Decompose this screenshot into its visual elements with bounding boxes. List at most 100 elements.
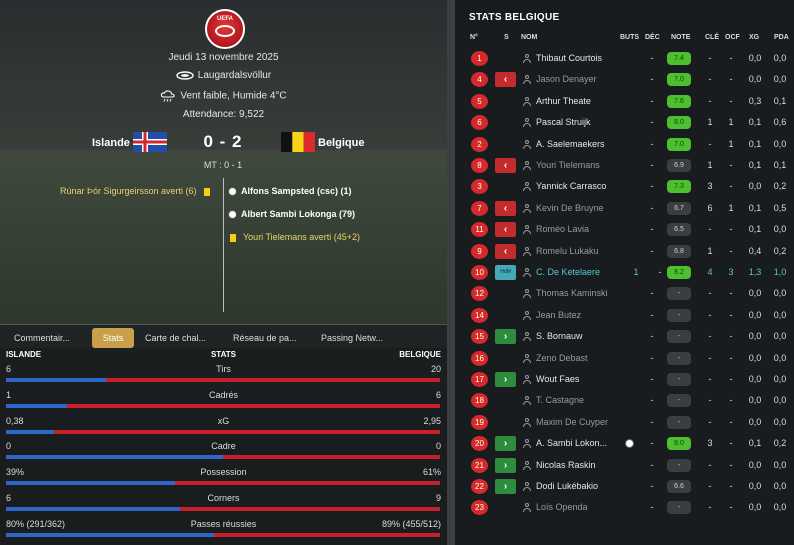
player-profile-icon[interactable] (523, 118, 531, 128)
player-profile-icon[interactable] (523, 268, 531, 277)
col-header-pda[interactable]: PDA (774, 34, 789, 41)
player-profile-icon[interactable] (523, 225, 531, 235)
xg-value: 0,1 (748, 117, 762, 128)
player-profile-icon[interactable] (523, 161, 531, 170)
home-team-name[interactable]: Islande (92, 137, 130, 149)
player-row[interactable]: 8 ‹ Youri Tielemans - 6.9 1 - 0,1 0,1 (455, 155, 794, 176)
player-profile-icon[interactable] (523, 310, 531, 320)
tab-heatmap[interactable]: Carte de chal... (145, 328, 219, 348)
player-name[interactable]: A. Sambi Lokon... (536, 438, 607, 448)
tab-passing-network[interactable]: Passing Netw... (321, 328, 393, 348)
player-row[interactable]: 23 Loïs Openda - - - - 0,0 0,0 (455, 497, 794, 518)
player-row[interactable]: 21 › Nicolas Raskin - - - - 0,0 0,0 (455, 455, 794, 476)
player-name[interactable]: A. Saelemaekers (536, 139, 605, 149)
xg-value: 0,0 (748, 416, 762, 427)
player-profile-icon[interactable] (523, 203, 531, 213)
rating-badge: 8.0 (667, 116, 691, 130)
player-profile-icon[interactable] (523, 396, 531, 406)
player-profile-icon[interactable] (523, 246, 531, 256)
player-name[interactable]: T. Castagne (536, 395, 584, 405)
player-row[interactable]: 7 ‹ Kevin De Bruyne - 6.7 6 1 0,1 0,5 (455, 198, 794, 219)
tab-stats[interactable]: Stats (92, 328, 134, 348)
player-name[interactable]: Thibaut Courtois (536, 53, 602, 63)
player-name[interactable]: S. Bornauw (536, 331, 583, 341)
player-row[interactable]: 2 A. Saelemaekers - 7.0 - 1 0,1 0,0 (455, 134, 794, 155)
chances-value: - (729, 459, 733, 470)
rating-badge: - (667, 287, 691, 301)
player-name[interactable]: Jean Butez (536, 310, 581, 320)
chances-value: - (729, 438, 733, 449)
player-name[interactable]: Arthur Theate (536, 96, 591, 106)
player-name[interactable]: Pascal Struijk (536, 117, 591, 127)
player-row[interactable]: 22 › Dodi Lukébakio - 6.6 - - 0,0 0,0 (455, 476, 794, 497)
stat-comparison-bar (6, 481, 440, 486)
player-profile-icon[interactable] (523, 417, 531, 427)
player-row[interactable]: 18 T. Castagne - - - - 0,0 0,0 (455, 390, 794, 411)
shirt-number: 11 (471, 222, 488, 238)
chances-value: 1 (728, 117, 734, 128)
man-of-the-match-badge: HdM (495, 265, 516, 280)
col-header-goals[interactable]: BUTS (620, 34, 639, 41)
key-passes-value: - (708, 309, 712, 320)
player-name[interactable]: Youri Tielemans (536, 160, 600, 170)
player-profile-icon[interactable] (523, 332, 531, 342)
player-row[interactable]: 16 Zeno Debast - - - - 0,0 0,0 (455, 348, 794, 369)
player-profile-icon[interactable] (523, 353, 531, 363)
player-row[interactable]: 1 Thibaut Courtois - 7.4 - - 0,0 0,0 (455, 48, 794, 69)
player-profile-icon[interactable] (523, 182, 531, 192)
player-row[interactable]: 9 ‹ Romelu Lukaku - 6.8 1 - 0,4 0,2 (455, 241, 794, 262)
col-header-sub[interactable]: S (504, 34, 509, 41)
player-name[interactable]: Kevin De Bruyne (536, 203, 604, 213)
player-row[interactable]: 11 ‹ Roméo Lavia - 6.5 - - 0,1 0,0 (455, 219, 794, 240)
chances-value: - (729, 309, 733, 320)
player-profile-icon[interactable] (523, 75, 531, 85)
player-name[interactable]: Yannick Carrasco (536, 181, 606, 191)
player-name[interactable]: C. De Ketelaere (536, 267, 600, 277)
chances-value: - (729, 224, 733, 235)
player-profile-icon[interactable] (523, 503, 531, 513)
stat-label: Tirs (216, 364, 231, 374)
player-row[interactable]: 5 Arthur Theate - 7.6 - - 0,3 0,1 (455, 91, 794, 112)
player-name[interactable]: Zeno Debast (536, 353, 588, 363)
player-row[interactable]: 10 HdM C. De Ketelaere 1 -8.2 4 3 1,3 1,0 (455, 262, 794, 283)
col-header-decisive[interactable]: DÉC (645, 34, 660, 41)
player-name[interactable]: Loïs Openda (536, 502, 588, 512)
player-name[interactable]: Wout Faes (536, 374, 579, 384)
player-profile-icon[interactable] (523, 460, 531, 470)
player-row[interactable]: 20 › A. Sambi Lokon... - 8.0 3 - 0,1 0,2 (455, 433, 794, 454)
player-name[interactable]: Nicolas Raskin (536, 460, 596, 470)
player-name[interactable]: Dodi Lukébakio (536, 481, 598, 491)
player-row[interactable]: 15 › S. Bornauw - - - - 0,0 0,0 (455, 326, 794, 347)
player-row[interactable]: 6 Pascal Struijk - 8.0 1 1 0,1 0,6 (455, 112, 794, 133)
player-name[interactable]: Maxim De Cuyper (536, 417, 608, 427)
col-header-number[interactable]: N° (470, 34, 478, 41)
player-profile-icon[interactable] (523, 482, 531, 491)
player-row[interactable]: 14 Jean Butez - - - - 0,0 0,0 (455, 305, 794, 326)
player-name[interactable]: Thomas Kaminski (536, 288, 608, 298)
col-header-name[interactable]: NOM (521, 34, 537, 41)
player-profile-icon[interactable] (523, 439, 531, 449)
player-row[interactable]: 3 Yannick Carrasco - 7.3 3 - 0,0 0,2 (455, 176, 794, 197)
player-name[interactable]: Roméo Lavia (536, 224, 589, 234)
col-header-key-passes[interactable]: CLÉ (705, 34, 719, 41)
player-profile-icon[interactable] (523, 289, 531, 299)
key-passes-value: 1 (707, 117, 713, 128)
player-name[interactable]: Jason Denayer (536, 74, 597, 84)
chances-value: - (729, 331, 733, 342)
player-row[interactable]: 17 › Wout Faes - - - - 0,0 0,0 (455, 369, 794, 390)
col-header-chances[interactable]: OCF (725, 34, 740, 41)
player-profile-icon[interactable] (523, 375, 531, 384)
pda-value: 0,0 (773, 53, 787, 63)
tab-commentary[interactable]: Commentair... (14, 328, 84, 348)
player-profile-icon[interactable] (523, 54, 531, 63)
player-row[interactable]: 4 ‹ Jason Denayer - 7.0 - - 0,0 0,0 (455, 69, 794, 90)
player-profile-icon[interactable] (523, 139, 531, 149)
player-name[interactable]: Romelu Lukaku (536, 246, 599, 256)
player-row[interactable]: 19 Maxim De Cuyper - - - - 0,0 0,0 (455, 412, 794, 433)
col-header-rating[interactable]: NOTE (671, 34, 690, 41)
player-profile-icon[interactable] (523, 96, 531, 106)
away-team-name[interactable]: Belgique (318, 137, 364, 149)
tab-pass-network[interactable]: Réseau de pa... (233, 328, 303, 348)
col-header-xg[interactable]: XG (749, 34, 759, 41)
player-row[interactable]: 12 Thomas Kaminski - - - - 0,0 0,0 (455, 283, 794, 304)
